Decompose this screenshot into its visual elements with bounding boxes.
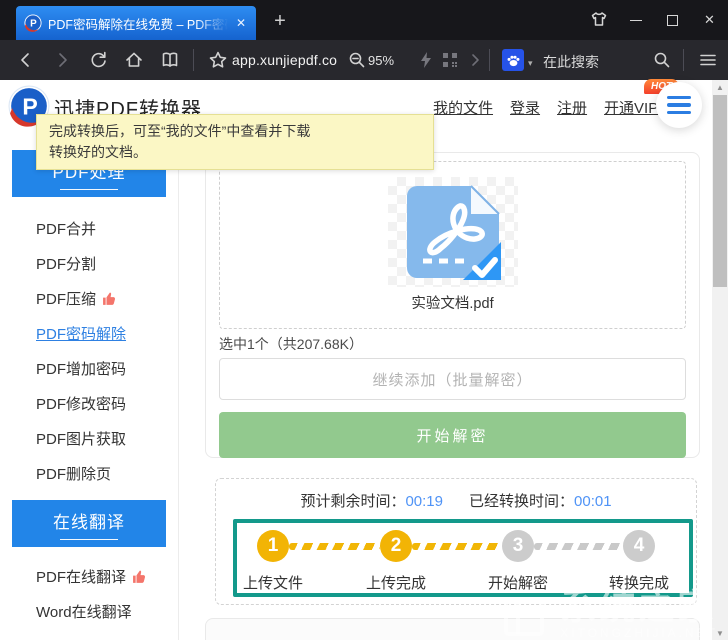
search-icon[interactable] [652, 50, 672, 70]
browser-tab[interactable]: P PDF密码解除在线免费 – PDF密码移除 ✕ [16, 6, 256, 40]
step-upload-complete: 2 上传完成 [346, 530, 446, 593]
scrollbar-thumb[interactable] [713, 95, 727, 287]
tab-title: PDF密码解除在线免费 – PDF密码移除 [48, 14, 228, 33]
toolbar-divider [193, 49, 194, 71]
sidebar-item-pdf-change-password[interactable]: PDF修改密码 [0, 386, 178, 421]
nav-toolbar: app.xunjiepdf.co 95% ▾ 在此搜索 [0, 40, 728, 80]
scroll-down-icon[interactable]: ▼ [712, 626, 728, 640]
sidebar-item-pdf-delete-pages[interactable]: PDF删除页 [0, 456, 178, 491]
tab-close-icon[interactable]: ✕ [234, 16, 248, 30]
maximize-button[interactable] [654, 0, 691, 40]
sidebar-item-pdf-compress[interactable]: PDF压缩 [0, 281, 178, 316]
sidebar: PDF处理 PDF合并 PDF分割 PDF压缩 PDF密码解除 PDF增加密码 … [0, 150, 179, 640]
close-button[interactable]: ✕ [691, 0, 728, 40]
reading-list-icon[interactable] [160, 50, 180, 70]
site-nav: 我的文件 登录 注册 开通VIP [433, 97, 658, 118]
file-drop-area: 实验文档.pdf [219, 161, 686, 329]
window-controls: ✕ [580, 0, 728, 40]
toolbar-divider [683, 49, 684, 71]
timer-row: 预计剩余时间：00:19 已经转换时间：00:01 [216, 490, 696, 511]
bookmark-star-icon[interactable] [208, 50, 228, 70]
scrollbar[interactable]: ▲ ▼ [712, 80, 728, 640]
step-upload: 1 上传文件 [223, 530, 323, 593]
chevron-right-icon[interactable] [466, 50, 486, 70]
pdf-file-icon [405, 184, 501, 280]
nav-vip[interactable]: 开通VIP [604, 97, 658, 118]
step-complete: 4 转换完成 [589, 530, 689, 593]
sidebar-section-translate: 在线翻译 [12, 500, 166, 547]
next-section-card [205, 618, 700, 640]
web-page: P 迅捷PDF转换器 我的文件 登录 注册 开通VIP HOT 完成转换后，可至… [0, 80, 728, 640]
step-decrypt: 3 开始解密 [468, 530, 568, 593]
site-favicon-icon: P [24, 14, 42, 32]
search-engine-caret-icon[interactable]: ▾ [528, 58, 533, 69]
file-name: 实验文档.pdf [411, 292, 493, 313]
back-icon[interactable] [16, 50, 36, 70]
scroll-up-icon[interactable]: ▲ [712, 80, 728, 94]
theme-shirt-icon[interactable] [580, 0, 617, 40]
qr-code-icon[interactable] [440, 50, 460, 70]
pdf-file-thumbnail[interactable] [388, 177, 518, 287]
sidebar-item-pdf-translate[interactable]: PDF在线翻译 [0, 559, 178, 594]
tooltip: 完成转换后，可至“我的文件”中查看并下载 转换好的文档。 [36, 114, 434, 170]
search-engine-paw-icon[interactable] [502, 49, 524, 71]
file-panel: 实验文档.pdf 选中1个（共207.68K） 继续添加（批量解密） 开始解密 [205, 152, 700, 458]
browser-window: P PDF密码解除在线免费 – PDF密码移除 ✕ + ✕ app.xunjie… [0, 0, 728, 640]
zoom-level[interactable]: 95% [368, 53, 394, 68]
search-input[interactable]: 在此搜索 [543, 52, 599, 72]
step-indicator: 1 上传文件 2 上传完成 3 开始解密 4 转换完成 [233, 519, 693, 597]
lightning-icon[interactable] [416, 50, 436, 70]
nav-login[interactable]: 登录 [510, 97, 540, 118]
title-bar: P PDF密码解除在线免费 – PDF密码移除 ✕ + ✕ [0, 0, 728, 40]
start-decrypt-button[interactable]: 开始解密 [219, 412, 686, 458]
reload-icon[interactable] [88, 50, 108, 70]
remaining-time-label: 预计剩余时间： [300, 493, 405, 510]
elapsed-time-value: 00:01 [574, 493, 612, 510]
minimize-button[interactable] [617, 0, 654, 40]
sidebar-item-pdf-add-password[interactable]: PDF增加密码 [0, 351, 178, 386]
remaining-time-value: 00:19 [405, 493, 443, 510]
svg-text:P: P [30, 19, 37, 30]
sidebar-item-pdf-merge[interactable]: PDF合并 [0, 211, 178, 246]
site-menu-button[interactable] [656, 82, 702, 128]
nav-register[interactable]: 注册 [557, 97, 587, 118]
nav-my-files[interactable]: 我的文件 [433, 97, 493, 118]
thumbs-up-icon [102, 291, 117, 306]
thumbs-up-icon [132, 569, 147, 584]
add-more-button[interactable]: 继续添加（批量解密） [219, 358, 686, 400]
menu-hamburger-icon[interactable] [698, 50, 718, 70]
zoom-out-icon[interactable] [347, 50, 367, 70]
new-tab-button[interactable]: + [264, 8, 296, 34]
progress-panel: 预计剩余时间：00:19 已经转换时间：00:01 1 上传文件 2 上传完成 3… [215, 478, 697, 605]
address-url[interactable]: app.xunjiepdf.co [232, 52, 337, 68]
sidebar-item-word-translate[interactable]: Word在线翻译 [0, 594, 178, 629]
sidebar-item-pdf-extract-images[interactable]: PDF图片获取 [0, 421, 178, 456]
home-icon[interactable] [124, 50, 144, 70]
selection-summary: 选中1个（共207.68K） [219, 334, 686, 354]
sidebar-item-pdf-split[interactable]: PDF分割 [0, 246, 178, 281]
elapsed-time-label: 已经转换时间： [469, 493, 574, 510]
toolbar-divider [489, 49, 490, 71]
sidebar-item-pdf-password-remove[interactable]: PDF密码解除 [0, 316, 178, 351]
forward-icon[interactable] [52, 50, 72, 70]
